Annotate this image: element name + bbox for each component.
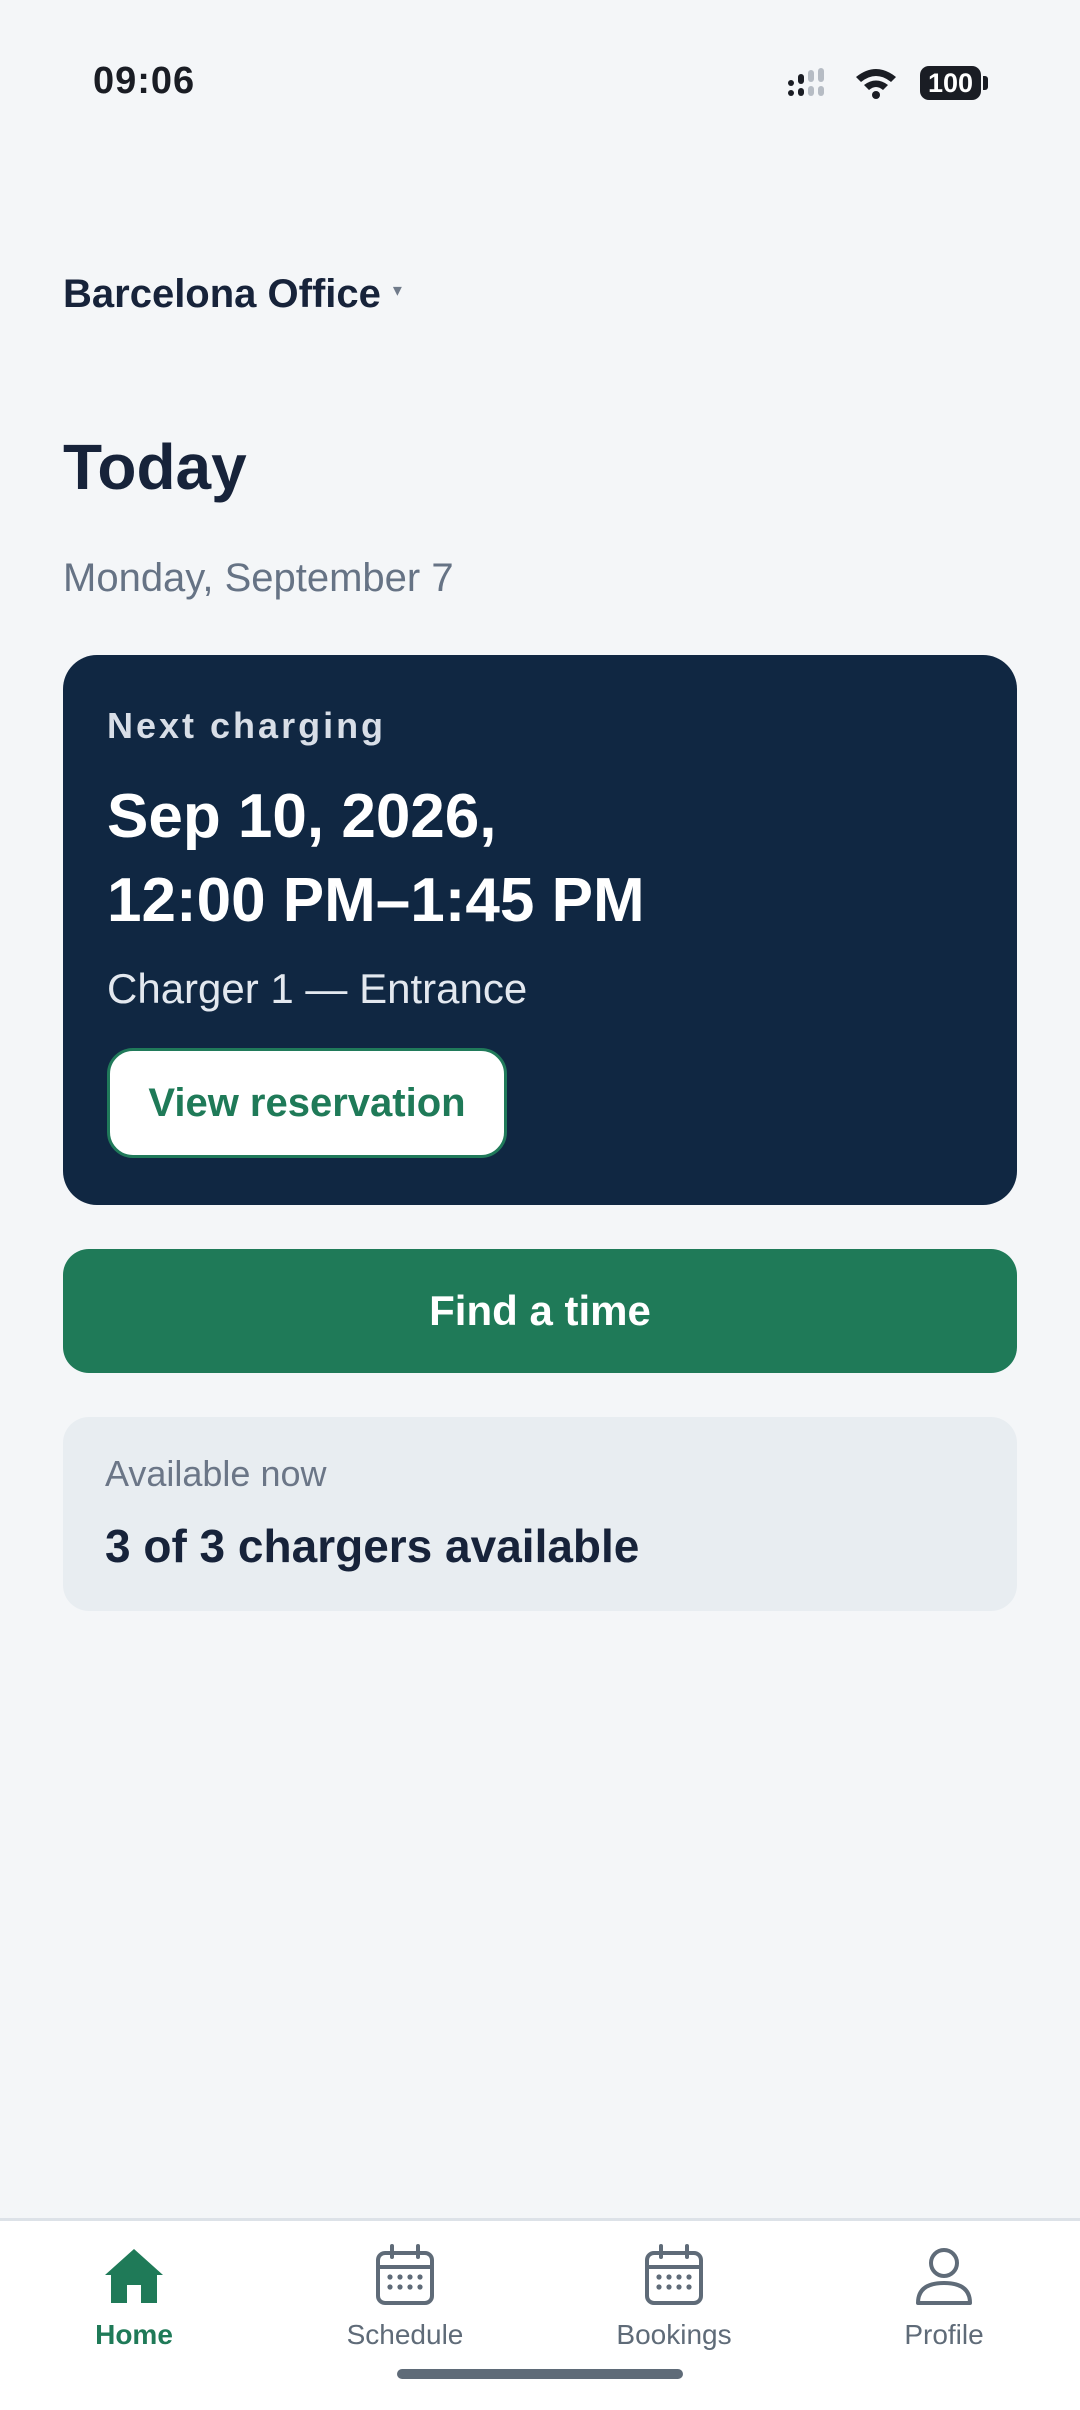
status-time: 09:06 [93,60,196,102]
next-charging-date: Sep 10, 2026, [107,782,497,851]
calendar-icon [376,2244,434,2305]
nav-item-schedule[interactable]: Schedule [305,2241,505,2351]
find-a-time-button[interactable]: Find a time [63,1249,1017,1373]
page-date: Monday, September 7 [63,556,454,600]
nav-item-bookings[interactable]: Bookings [574,2241,774,2351]
battery-indicator: 100 [919,66,988,100]
availability-card: Available now 3 of 3 chargers available [63,1417,1017,1611]
view-reservation-button[interactable]: View reservation [107,1048,507,1158]
signal-icon [787,68,824,96]
status-icons: 100 [787,66,988,100]
availability-label: Available now [105,1453,327,1494]
wifi-icon [855,69,896,99]
next-charging-card: Next charging Sep 10, 2026, 12:00 PM–1:4… [63,655,1017,1205]
nav-item-home[interactable]: Home [34,2241,234,2351]
nav-label-bookings: Bookings [616,2319,732,2350]
nav-item-profile[interactable]: Profile [844,2241,1044,2351]
status-bar: 09:06 100 [0,0,1080,170]
availability-value: 3 of 3 chargers available [105,1520,640,1572]
next-charging-charger: Charger 1 — Entrance [107,965,528,1012]
nav-label-schedule: Schedule [346,2319,464,2350]
location-selector[interactable]: Barcelona Office ▾ [63,272,402,317]
nav-label-home: Home [95,2319,173,2350]
battery-tip [983,76,988,90]
bottom-nav: Home Schedule Bookings Profile [0,2218,1080,2410]
next-charging-label: Next charging [107,705,387,746]
location-name: Barcelona Office [63,272,381,316]
home-icon [105,2249,163,2303]
nav-label-profile: Profile [904,2319,984,2350]
page-title: Today [63,431,247,503]
home-indicator[interactable] [397,2369,683,2379]
chevron-down-icon: ▾ [392,280,402,300]
person-icon [916,2248,972,2305]
battery-level: 100 [919,66,981,100]
next-charging-time: 12:00 PM–1:45 PM [107,866,645,935]
next-charging-datetime: Sep 10, 2026, 12:00 PM–1:45 PM [107,775,645,943]
calendar-icon [645,2244,703,2305]
